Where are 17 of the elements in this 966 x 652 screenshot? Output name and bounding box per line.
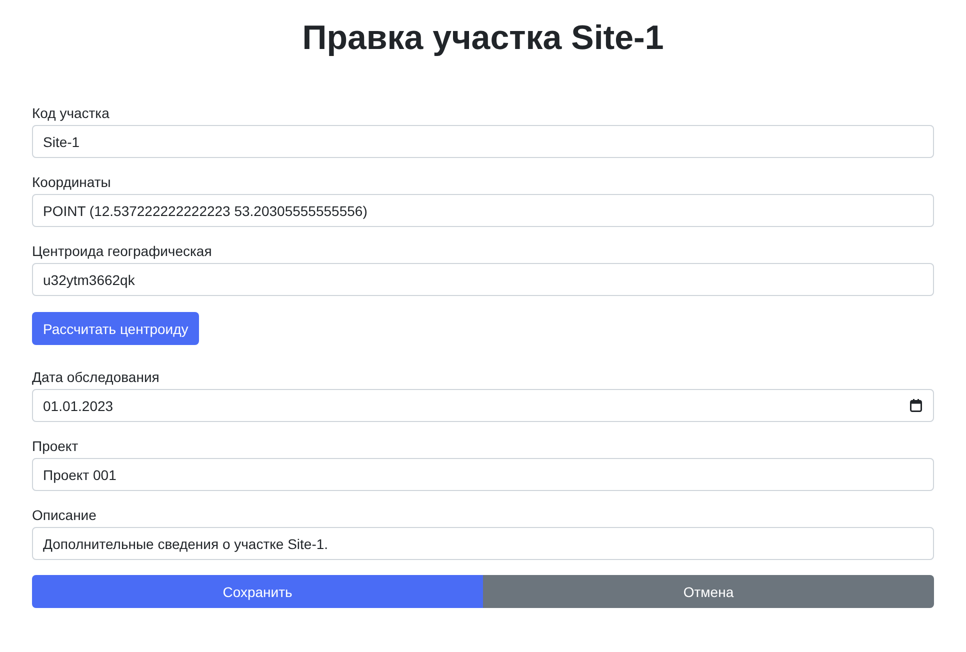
cancel-button[interactable]: Отмена xyxy=(483,575,934,608)
save-button[interactable]: Сохранить xyxy=(32,575,483,608)
page-title: Правка участка Site-1 xyxy=(301,18,665,59)
field-label: Центроида географическая xyxy=(32,242,212,260)
input-field[interactable]: Site-1 xyxy=(32,125,934,158)
calculate-button[interactable]: Рассчитать центроиду xyxy=(32,312,200,345)
input-field[interactable]: POINT (12.537222222222223 53.20305555555556) xyxy=(32,194,934,227)
input-field[interactable]: Проект 001 xyxy=(32,458,934,491)
input-field[interactable]: Дополнительные сведения о участке Site-1. xyxy=(32,527,934,560)
input-field[interactable]: u32ytm3662qk xyxy=(32,263,934,296)
field-label: Код участка xyxy=(32,104,110,122)
date-field[interactable]: 01.01.2023 xyxy=(32,389,934,422)
field-label: Дата обследования xyxy=(32,368,160,386)
calendar-icon[interactable] xyxy=(910,399,922,412)
field-label: Проект xyxy=(32,437,78,455)
field-label: Координаты xyxy=(32,173,111,191)
field-label: Описание xyxy=(32,506,96,524)
